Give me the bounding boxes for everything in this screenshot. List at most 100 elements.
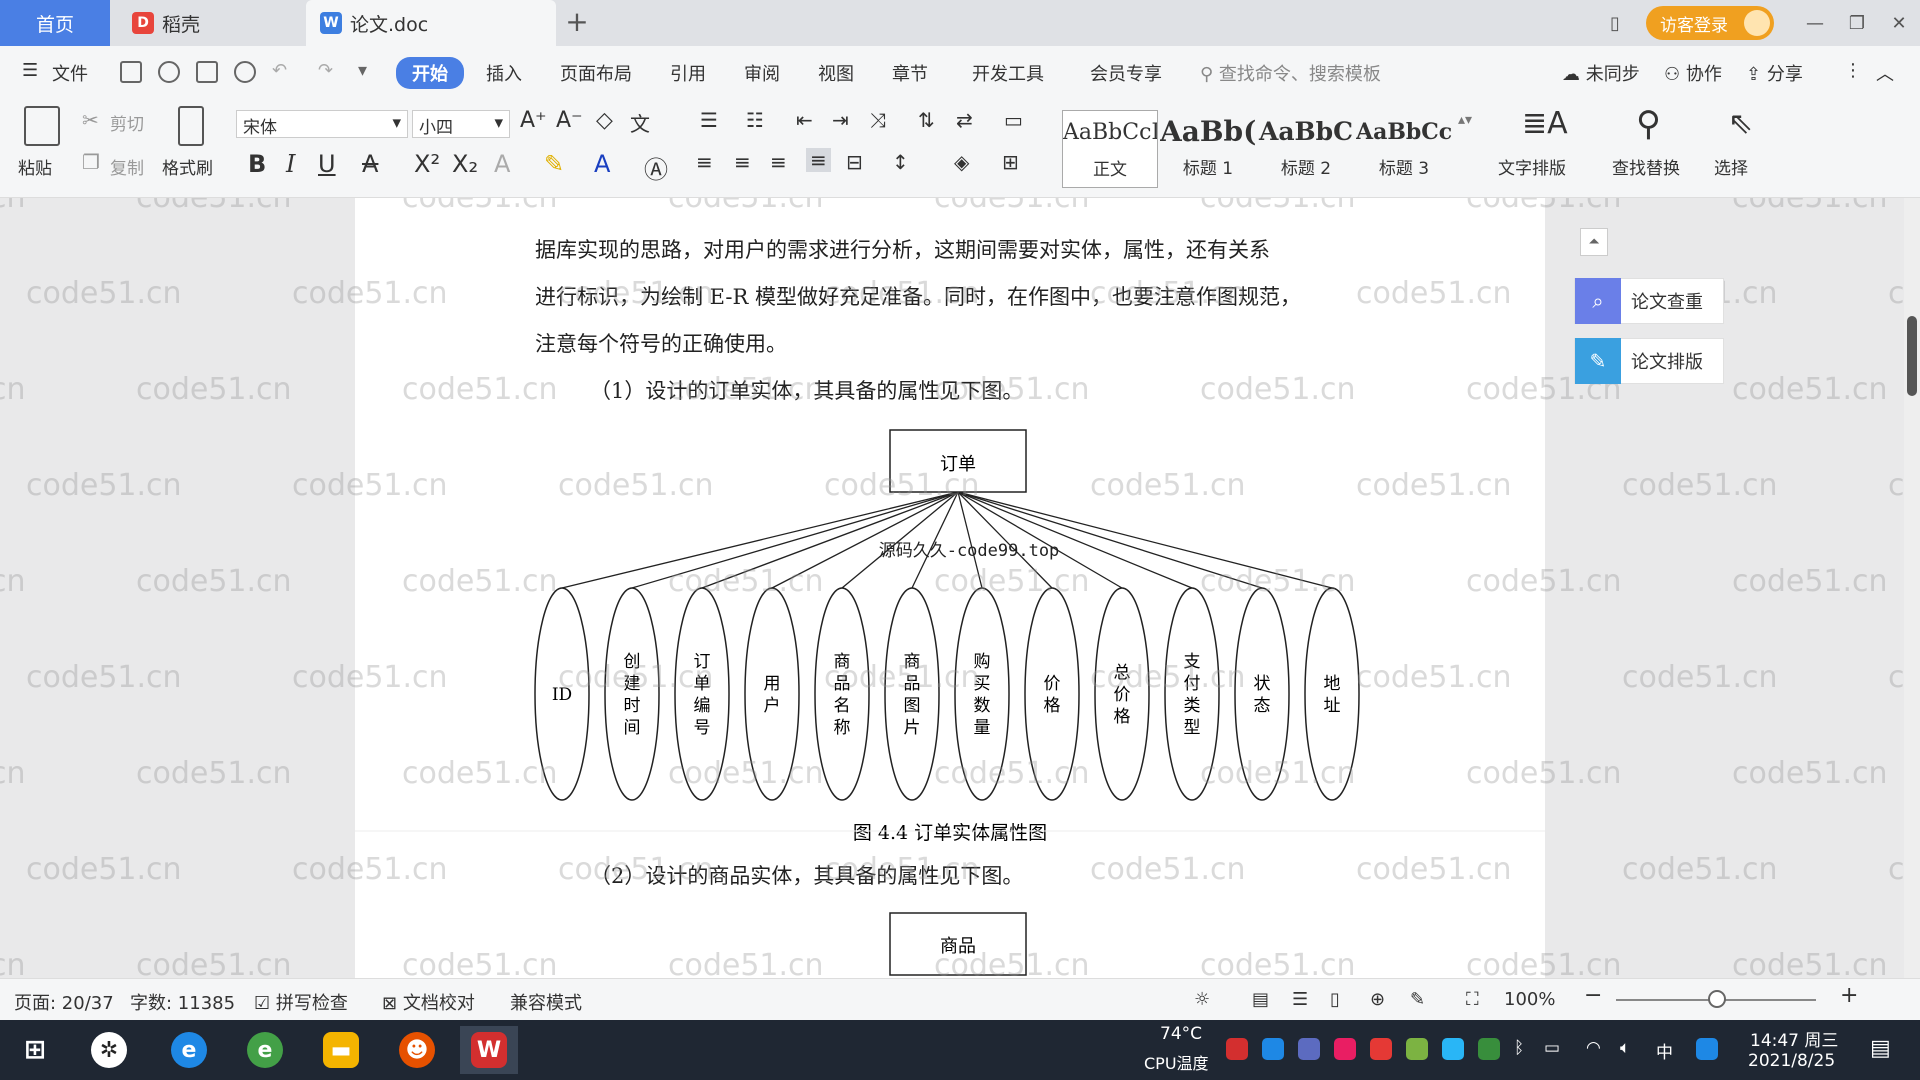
more-icon[interactable]: ⋮: [1844, 60, 1862, 81]
bullet-list-icon[interactable]: ☰: [700, 108, 718, 132]
underline-icon[interactable]: U: [318, 150, 336, 178]
command-search-input[interactable]: ⚲ 查找命令、搜索模板: [1200, 60, 1381, 86]
sort-icon[interactable]: ⇅: [918, 108, 935, 132]
tray-icon[interactable]: [1226, 1038, 1248, 1060]
phonetic-icon[interactable]: 文: [630, 108, 650, 137]
close-button[interactable]: ✕: [1878, 13, 1920, 34]
save-icon[interactable]: [120, 61, 142, 83]
styles-scroll-icon[interactable]: ▴▾: [1458, 112, 1472, 128]
collapse-ribbon-icon[interactable]: ︿: [1876, 60, 1894, 86]
menu-chapter[interactable]: 章节: [892, 60, 928, 86]
menu-reference[interactable]: 引用: [670, 60, 706, 86]
paste-button[interactable]: 粘贴: [18, 154, 52, 179]
page-indicator[interactable]: 页面: 20/37: [14, 989, 114, 1015]
ruler-icon[interactable]: ▭: [1004, 108, 1023, 132]
menu-insert[interactable]: 插入: [486, 60, 522, 86]
export-icon[interactable]: [158, 61, 180, 83]
borders-icon[interactable]: ⊞: [1002, 150, 1019, 174]
menu-review[interactable]: 审阅: [744, 60, 780, 86]
style-heading-2[interactable]: AaBbC 标题 2: [1258, 110, 1354, 188]
collapse-pane-icon[interactable]: ⏶: [1580, 228, 1608, 256]
menu-file[interactable]: 文件: [52, 60, 88, 86]
fit-page-icon[interactable]: ⛶: [1466, 989, 1479, 1010]
menu-member[interactable]: 会员专享: [1090, 60, 1162, 86]
pen-icon[interactable]: ✎: [1410, 989, 1425, 1010]
brush-icon[interactable]: [178, 106, 204, 146]
menu-start[interactable]: 开始: [396, 57, 464, 89]
layout-icon[interactable]: ▯: [1594, 13, 1636, 34]
qq-icon[interactable]: [1696, 1038, 1718, 1060]
vertical-scrollbar[interactable]: [1904, 198, 1920, 978]
word-count[interactable]: 字数: 11385: [130, 989, 235, 1015]
select-button[interactable]: 选择: [1714, 154, 1748, 179]
doc-proof-button[interactable]: ⊠ 文档校对: [382, 989, 475, 1015]
undo-icon[interactable]: ↶: [272, 60, 287, 81]
tab-home[interactable]: 首页: [0, 0, 110, 46]
minimize-button[interactable]: —: [1794, 13, 1836, 34]
align-center-icon[interactable]: ≡: [734, 150, 751, 174]
justify-icon[interactable]: ≡: [806, 148, 831, 172]
zoom-level[interactable]: 100%: [1504, 989, 1555, 1010]
eye-protect-icon[interactable]: ☼: [1194, 989, 1210, 1010]
style-normal[interactable]: AaBbCcI 正文: [1062, 110, 1158, 188]
text-effect-icon[interactable]: A: [494, 150, 510, 178]
bluetooth-icon[interactable]: ᛒ: [1514, 1038, 1524, 1058]
page-view-icon[interactable]: ▤: [1252, 989, 1269, 1010]
font-name-select[interactable]: 宋体 ▾: [236, 110, 408, 138]
clear-format-icon[interactable]: ◇: [596, 108, 613, 133]
tab-daoke[interactable]: D 稻壳: [112, 0, 302, 46]
align-left-icon[interactable]: ≡: [696, 150, 713, 174]
web-view-icon[interactable]: ⊕: [1370, 989, 1385, 1010]
taskbar-app[interactable]: e: [236, 1026, 294, 1074]
paragraph-mark-icon[interactable]: ⇄: [956, 108, 973, 132]
line-spacing-icon[interactable]: ↕: [892, 150, 909, 174]
shrink-font-icon[interactable]: A⁻: [556, 108, 583, 133]
tray-icon[interactable]: [1406, 1038, 1428, 1060]
bold-icon[interactable]: B: [248, 150, 266, 178]
align-right-icon[interactable]: ≡: [770, 150, 787, 174]
tray-icon[interactable]: [1370, 1038, 1392, 1060]
tray-icon[interactable]: [1334, 1038, 1356, 1060]
paste-icon[interactable]: [24, 106, 60, 146]
highlight-icon[interactable]: ✎: [544, 150, 564, 178]
format-painter-button[interactable]: 格式刷: [162, 154, 213, 179]
taskbar-app[interactable]: e: [160, 1026, 218, 1074]
notification-icon[interactable]: ▤: [1870, 1036, 1891, 1061]
menu-page-layout[interactable]: 页面布局: [560, 60, 632, 86]
tab-document[interactable]: W 论文.doc: [306, 0, 556, 46]
taskbar-app[interactable]: ☻: [388, 1026, 446, 1074]
guest-login-button[interactable]: 访客登录: [1646, 6, 1774, 40]
print-preview-icon[interactable]: [234, 61, 256, 83]
char-border-icon[interactable]: Ⓐ: [644, 150, 668, 185]
cut-button[interactable]: 剪切: [110, 110, 144, 135]
restore-button[interactable]: ❐: [1836, 13, 1878, 34]
style-heading-3[interactable]: AaBbCcI 标题 3: [1356, 110, 1452, 188]
outline-view-icon[interactable]: ☰: [1292, 989, 1308, 1010]
find-replace-button[interactable]: 查找替换: [1612, 154, 1680, 179]
taskbar-app[interactable]: ✲: [80, 1026, 138, 1074]
hamburger-icon[interactable]: ☰: [22, 60, 38, 81]
ime-indicator[interactable]: 中: [1656, 1038, 1673, 1063]
font-color-icon[interactable]: A: [594, 150, 610, 178]
taskbar-app-wps[interactable]: W: [460, 1026, 518, 1074]
zoom-out-button[interactable]: −: [1584, 983, 1602, 1008]
decrease-indent-icon[interactable]: ⇤: [796, 108, 813, 132]
scrollbar-thumb[interactable]: [1907, 316, 1917, 396]
number-list-icon[interactable]: ☷: [746, 108, 764, 132]
strikethrough-icon[interactable]: A: [362, 150, 378, 178]
redo-icon[interactable]: ↷: [318, 60, 333, 81]
copy-button[interactable]: 复制: [110, 154, 144, 179]
volume-icon[interactable]: 🔈︎: [1620, 1038, 1630, 1058]
wifi-icon[interactable]: ◠: [1586, 1038, 1601, 1058]
style-heading-1[interactable]: AaBb( 标题 1: [1160, 110, 1256, 188]
new-tab-button[interactable]: +: [562, 8, 592, 38]
tray-icon[interactable]: [1262, 1038, 1284, 1060]
start-button[interactable]: ⊞: [6, 1026, 64, 1074]
distribute-icon[interactable]: ⊟: [846, 150, 863, 174]
italic-icon[interactable]: I: [286, 150, 295, 178]
read-view-icon[interactable]: ▯: [1330, 989, 1340, 1010]
menu-dev-tools[interactable]: 开发工具: [972, 60, 1044, 86]
grow-font-icon[interactable]: A⁺: [520, 108, 547, 133]
superscript-icon[interactable]: X²: [414, 150, 440, 178]
print-icon[interactable]: [196, 61, 218, 83]
